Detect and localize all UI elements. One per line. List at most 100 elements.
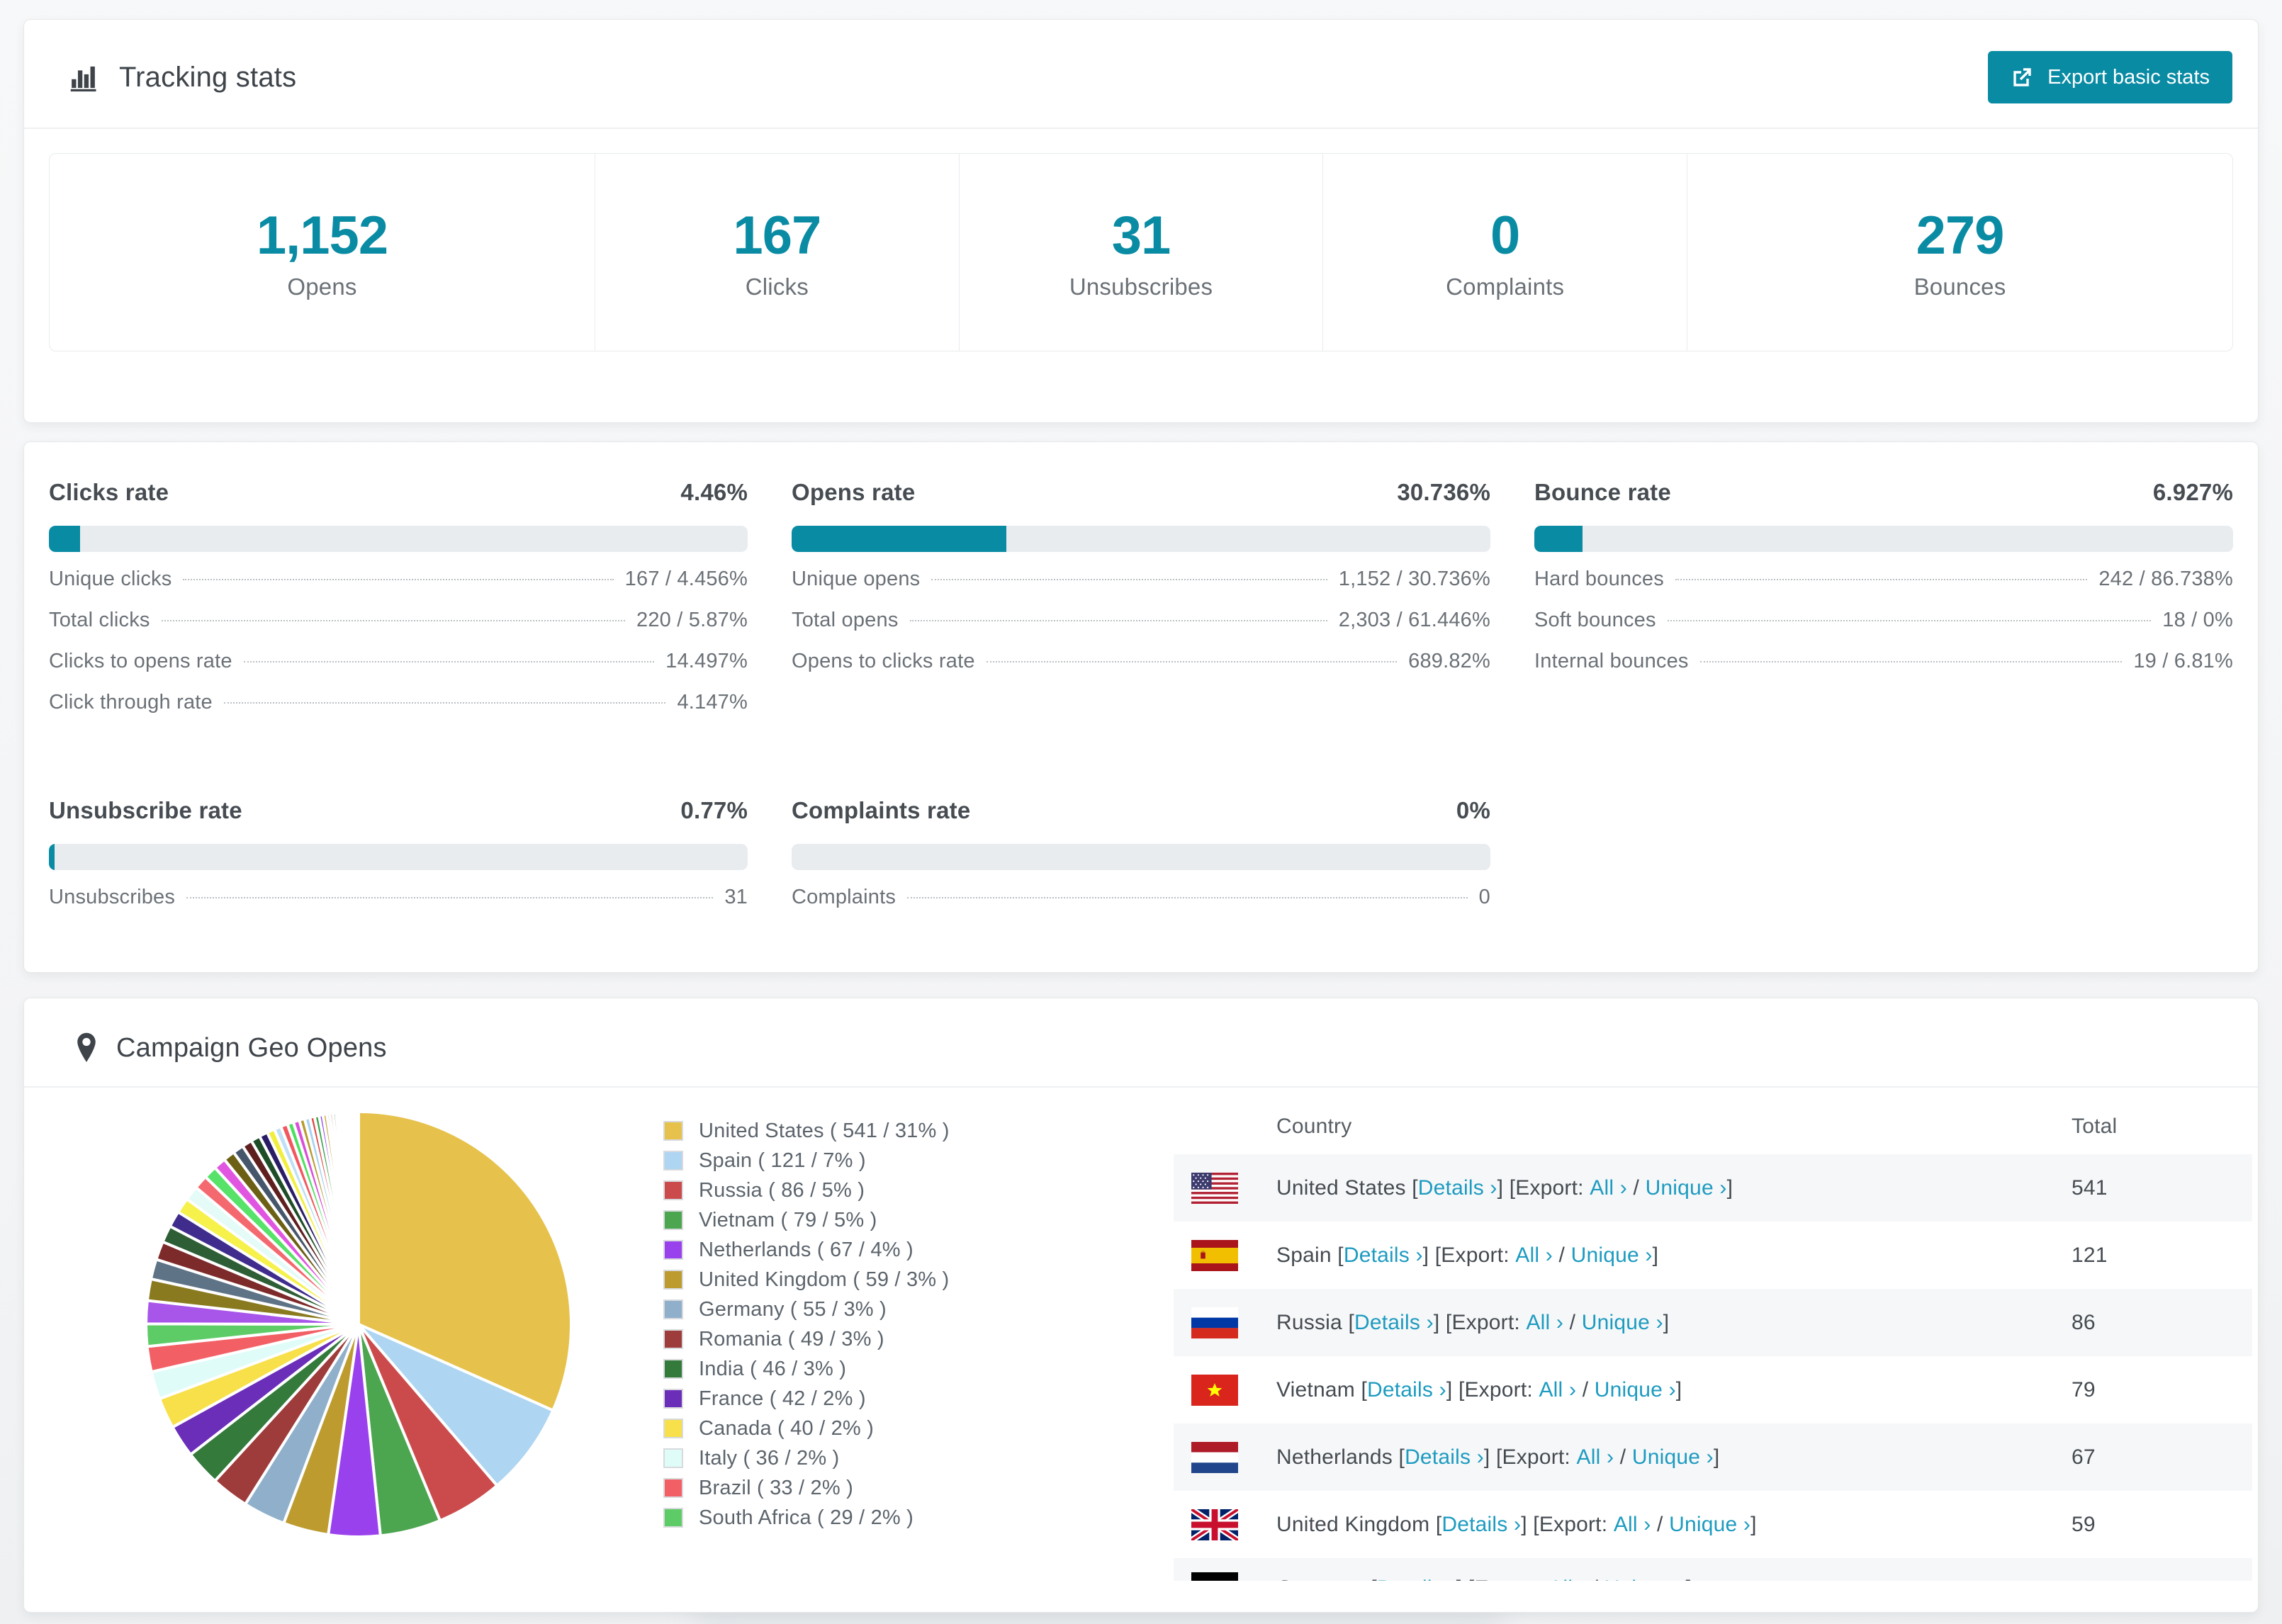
export-all-link[interactable]: All › [1548,1577,1586,1581]
bracket-close: ] [1446,1377,1453,1402]
export-unique-link[interactable]: Unique › [1571,1244,1653,1268]
rate-row-value: 242 / 86.738% [2098,568,2233,590]
legend-item: United States ( 541 / 31% ) [663,1116,1018,1146]
export-unique-link[interactable]: Unique › [1632,1445,1714,1470]
bracket [1406,1176,1412,1200]
export-unique-link[interactable]: Unique › [1595,1378,1676,1402]
tracking-stats-header: Tracking stats Export basic stats [24,20,2258,129]
slash: / [1619,1445,1626,1469]
export-unique-link[interactable]: Unique › [1646,1176,1727,1200]
legend-label: France ( 42 / 2% ) [699,1387,866,1410]
unsubscribe-rate-block: Unsubscribe rate 0.77% Unsubscribes 31 [49,797,748,927]
legend-swatch [663,1270,683,1290]
bar-chart-icon [68,61,101,94]
export-unique-link[interactable]: Unique › [1582,1311,1663,1335]
bracket-close: ] [1497,1175,1504,1200]
details-link[interactable]: Details › [1367,1378,1446,1402]
tracking-stats-card: Tracking stats Export basic stats 1,152 … [23,19,2259,423]
bracket-close: ] [1652,1243,1659,1267]
legend-swatch [663,1448,683,1468]
rate-row-label: Total opens [792,609,899,631]
geo-table-row: Vietnam [Details ›] [Export: All › / Uni… [1174,1356,2252,1423]
bracket-close: ] [1713,1445,1720,1469]
rate-row-label: Unique opens [792,568,921,590]
export-all-link[interactable]: All › [1526,1311,1563,1335]
rate-detail-row: Opens to clicks rate 689.82% [792,650,1490,691]
rate-row-value: 220 / 5.87% [636,609,748,631]
details-link[interactable]: Details › [1377,1577,1456,1581]
export-all-link[interactable]: All › [1590,1176,1627,1200]
details-link[interactable]: Details › [1354,1311,1434,1335]
legend-item: South Africa ( 29 / 2% ) [663,1503,1018,1533]
export-all-link[interactable]: All › [1577,1445,1614,1470]
legend-item: Russia ( 86 / 5% ) [663,1175,1018,1205]
details-link[interactable]: Details › [1441,1513,1521,1537]
country-flag-icon [1174,1307,1276,1338]
dotted-leader [183,579,614,580]
geo-table-header: Country Total [1174,1099,2252,1154]
legend-item: Vietnam ( 79 / 5% ) [663,1205,1018,1235]
export-basic-stats-button[interactable]: Export basic stats [1988,51,2232,103]
stat-label: Clicks [745,273,809,300]
rate-row-label: Hard bounces [1534,568,1664,590]
details-link[interactable]: Details › [1418,1176,1497,1200]
rate-row-label: Click through rate [49,691,213,714]
legend-item: Germany ( 55 / 3% ) [663,1295,1018,1324]
rate-row-label: Unique clicks [49,568,172,590]
bracket-open: [ [1361,1377,1368,1402]
export-all-link[interactable]: All › [1515,1244,1553,1268]
complaints-rate-value: 0% [1456,797,1490,823]
complaints-rate-title: Complaints rate [792,797,971,823]
country-name: Russia [1276,1310,1342,1334]
rate-row-value: 18 / 0% [2162,609,2233,631]
legend-label: India ( 46 / 3% ) [699,1357,847,1380]
rate-detail-row: Total clicks 220 / 5.87% [49,609,748,650]
export-prefix: [Export: [1468,1577,1543,1581]
bounce-rate-title: Bounce rate [1534,479,1671,505]
country-flag-icon [1174,1172,1276,1204]
unsubscribe-rate-progress-fill [49,844,55,870]
country-flag-icon [1174,1374,1276,1406]
complaints-rate-block: Complaints rate 0% Complaints 0 [792,797,1490,927]
total-column-header: Total [2072,1115,2118,1138]
geo-table-row: United States [Details ›] [Export: All ›… [1174,1154,2252,1222]
export-all-link[interactable]: All › [1539,1378,1576,1402]
export-all-link[interactable]: All › [1614,1513,1651,1537]
rate-row-value: 0 [1478,886,1490,908]
export-icon [2011,65,2035,89]
details-link[interactable]: Details › [1344,1244,1423,1268]
country-total: 86 [2072,1310,2096,1334]
bracket-close: ] [1663,1310,1670,1334]
summary-stats: 1,152 Opens 167 Clicks 31 Unsubscribes 0… [49,153,2233,351]
export-unique-link[interactable]: Unique › [1669,1513,1750,1537]
rates-card: Clicks rate 4.46% Unique clicks 167 / 4.4… [23,441,2259,973]
stat-label: Bounces [1913,273,2006,300]
rate-row-label: Internal bounces [1534,650,1689,672]
details-link[interactable]: Details › [1405,1445,1484,1470]
export-button-label: Export basic stats [2047,65,2210,89]
legend-label: United States ( 541 / 31% ) [699,1119,950,1142]
dotted-leader [931,579,1327,580]
country-name: Spain [1276,1243,1332,1267]
legend-swatch [663,1151,683,1171]
country-name: Vietnam [1276,1377,1355,1402]
export-unique-link[interactable]: Unique › [1604,1577,1686,1581]
country-column-header: Country [1276,1115,1352,1138]
dotted-leader [223,702,666,704]
legend-swatch [663,1121,683,1141]
geo-table: Country Total United States [Details ›] … [1174,1099,2252,1581]
